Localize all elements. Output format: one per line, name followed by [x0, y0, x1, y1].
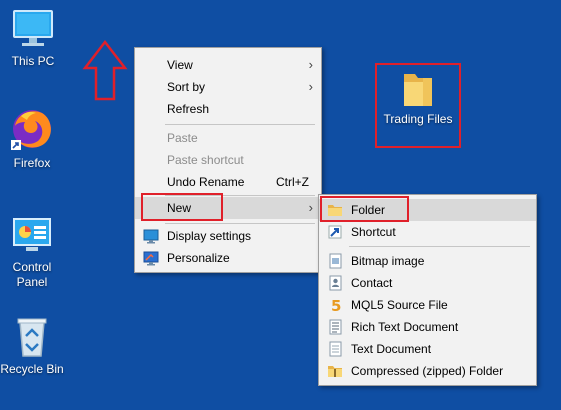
desktop-icon-this-pc[interactable]: This PC	[0, 8, 71, 69]
submenu-item-shortcut[interactable]: Shortcut	[319, 221, 536, 243]
desktop-icon-label: Control Panel	[12, 260, 52, 289]
rich-text-icon	[329, 319, 342, 335]
submenu-item-mql5-source-file[interactable]: 5 MQL5 Source File	[319, 294, 536, 316]
shortcut-text: Ctrl+Z	[276, 175, 309, 189]
new-submenu: Folder Shortcut Bitmap image Contact 5 M…	[318, 194, 537, 386]
zip-folder-icon	[328, 366, 342, 377]
desktop-icon-label: Recycle Bin	[0, 362, 64, 376]
new-item-highlight-box	[141, 193, 223, 221]
desktop-context-menu: View › Sort by › Refresh Paste Paste sho…	[134, 47, 322, 273]
menu-item-personalize[interactable]: Personalize	[135, 247, 321, 269]
text-document-icon	[329, 341, 342, 357]
menu-item-view[interactable]: View ›	[135, 54, 321, 76]
submenu-item-compressed-folder[interactable]: Compressed (zipped) Folder	[319, 360, 536, 382]
recycle-bin-icon	[17, 318, 47, 357]
control-panel-icon	[13, 218, 51, 251]
firefox-icon	[11, 110, 51, 150]
desktop-icon-firefox[interactable]: Firefox	[0, 106, 70, 171]
menu-separator	[165, 124, 315, 125]
folder-item-highlight-box	[320, 196, 409, 222]
menu-separator	[165, 223, 315, 224]
trading-files-highlight-box	[375, 63, 461, 148]
personalize-icon	[143, 251, 159, 266]
menu-item-display-settings[interactable]: Display settings	[135, 225, 321, 247]
mql5-icon: 5	[331, 297, 341, 313]
menu-item-undo-rename[interactable]: Undo Rename Ctrl+Z	[135, 171, 321, 193]
menu-item-refresh[interactable]: Refresh	[135, 98, 321, 120]
desktop-icon-label: This PC	[11, 54, 55, 68]
desktop-icon-recycle-bin[interactable]: Recycle Bin	[0, 316, 70, 377]
bitmap-icon	[329, 253, 342, 269]
shortcut-icon	[328, 225, 342, 239]
contact-icon	[329, 275, 342, 291]
computer-icon	[13, 10, 53, 46]
desktop-icon-control-panel[interactable]: Control Panel	[0, 216, 70, 290]
display-settings-icon	[143, 229, 159, 244]
submenu-item-contact[interactable]: Contact	[319, 272, 536, 294]
up-arrow-annotation	[82, 40, 128, 101]
menu-item-paste[interactable]: Paste	[135, 127, 321, 149]
submenu-item-rich-text-document[interactable]: Rich Text Document	[319, 316, 536, 338]
chevron-right-icon: ›	[308, 57, 313, 72]
desktop-icon-label: Firefox	[13, 156, 51, 170]
chevron-right-icon: ›	[308, 200, 313, 215]
svg-text:5: 5	[331, 297, 341, 313]
submenu-item-bitmap-image[interactable]: Bitmap image	[319, 250, 536, 272]
menu-item-sort-by[interactable]: Sort by ›	[135, 76, 321, 98]
chevron-right-icon: ›	[308, 79, 313, 94]
menu-separator	[349, 246, 530, 247]
menu-item-paste-shortcut[interactable]: Paste shortcut	[135, 149, 321, 171]
submenu-item-text-document[interactable]: Text Document	[319, 338, 536, 360]
